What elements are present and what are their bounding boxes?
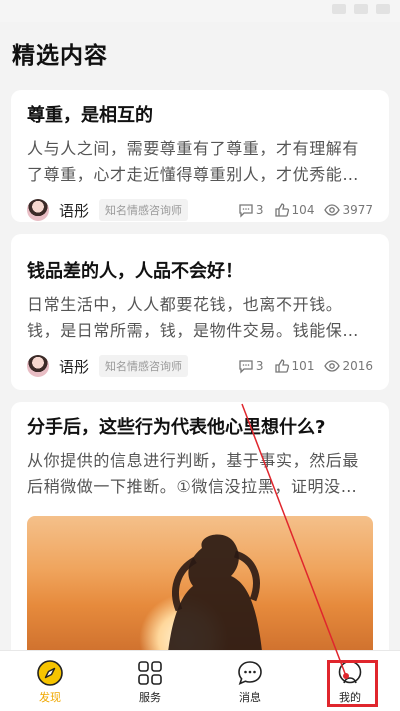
article-excerpt: 人与人之间，需要尊重有了尊重，才有理解有了尊重，心才走近懂得尊重别人，才优秀能…	[27, 139, 360, 184]
author-tag: 知名情感咨询师	[99, 199, 189, 221]
tab-label: 服务	[139, 691, 161, 704]
comment-icon	[239, 360, 253, 374]
article-card[interactable]: 分手后，这些行为代表他心里想什么? 从你提供的信息进行判断，基于事实，然后最后稍…	[11, 402, 389, 666]
annotation-highlight-box	[327, 660, 378, 707]
chat-bubble-icon	[238, 661, 262, 685]
author-name[interactable]: 语彤	[59, 200, 89, 221]
thumbs-up-icon	[274, 203, 289, 217]
article-title[interactable]: 钱品差的人，人品不会好！	[27, 260, 373, 284]
tab-label: 发现	[39, 691, 61, 704]
avatar[interactable]	[27, 355, 49, 377]
eye-icon	[324, 204, 341, 216]
article-meta: 语彤 知名情感咨询师 3 101 2016	[27, 354, 373, 378]
author-name[interactable]: 语彤	[59, 356, 89, 377]
eye-icon	[324, 360, 341, 372]
avatar[interactable]	[27, 199, 49, 221]
comment-icon	[239, 204, 253, 218]
like-count[interactable]: 104	[274, 202, 314, 218]
article-title[interactable]: 尊重，是相互的	[27, 104, 373, 128]
tab-messages[interactable]: 消息	[200, 651, 300, 711]
view-count: 3977	[324, 202, 373, 218]
author-tag: 知名情感咨询师	[99, 355, 189, 377]
article-title[interactable]: 分手后，这些行为代表他心里想什么?	[27, 416, 373, 440]
comment-count[interactable]: 3	[238, 358, 264, 374]
article-card[interactable]: 钱品差的人，人品不会好！ 日常生活中，人人都要花钱，也离不开钱。钱，是日常所需，…	[11, 234, 389, 390]
thumbs-up-icon	[274, 359, 289, 373]
article-cover-image[interactable]	[27, 516, 373, 666]
article-card[interactable]: 尊重，是相互的 人与人之间，需要尊重有了尊重，才有理解有了尊重，心才走近懂得尊重…	[11, 90, 389, 222]
view-count: 2016	[324, 358, 373, 374]
tab-label: 消息	[239, 691, 261, 704]
compass-icon	[37, 660, 63, 686]
article-excerpt: 从你提供的信息进行判断，基于事实，然后最后稍微做一下推断。①微信没拉黑，证明没…	[27, 451, 360, 496]
tab-discover[interactable]: 发现	[0, 651, 100, 711]
status-bar	[0, 0, 400, 22]
battery-icon	[376, 4, 390, 14]
page-title: 精选内容	[12, 43, 108, 69]
like-count[interactable]: 101	[274, 358, 314, 374]
article-meta: 语彤 知名情感咨询师 3 104 3977	[27, 198, 373, 222]
wifi-icon	[354, 4, 368, 14]
article-excerpt: 日常生活中，人人都要花钱，也离不开钱。钱，是日常所需，钱，是物件交易。钱能保…	[27, 295, 360, 340]
signal-icon	[332, 4, 346, 14]
tab-services[interactable]: 服务	[100, 651, 200, 711]
grid-icon	[138, 661, 162, 685]
comment-count[interactable]: 3	[238, 202, 264, 218]
